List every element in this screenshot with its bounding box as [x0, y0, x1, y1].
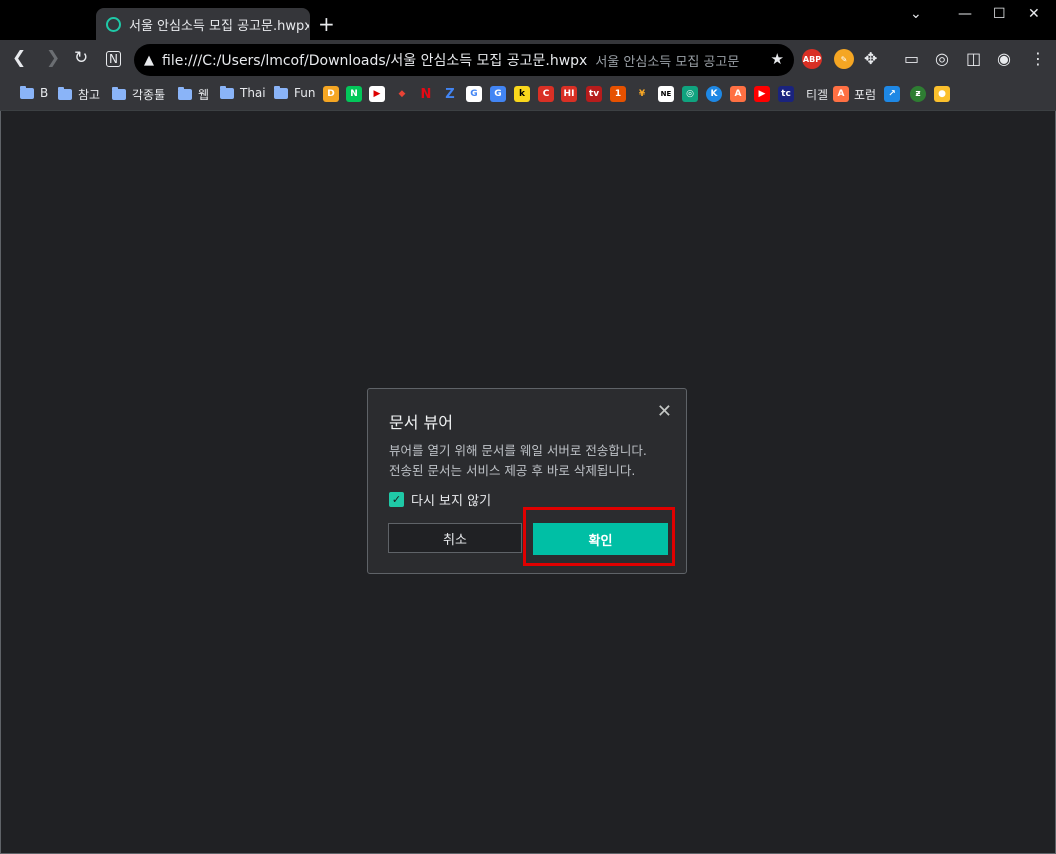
screenshot-icon[interactable]: ◎ [935, 49, 949, 68]
bookmark-favicon[interactable]: N [418, 86, 434, 102]
cancel-button[interactable]: 취소 [388, 523, 522, 553]
warning-icon: ▲ [144, 52, 154, 68]
dialog-message-line2: 전송된 문서는 서비스 제공 후 바로 삭제됩니다. [389, 463, 636, 478]
bookmark-favicon[interactable]: NE [658, 86, 674, 102]
bookmark-label: 각종툴 [132, 88, 166, 102]
loading-ring-icon [106, 16, 121, 32]
tab-title: 서울 안심소득 모집 공고문.hwpx [129, 18, 309, 34]
bookmark-favicon[interactable]: ↗ [884, 86, 900, 102]
bookmark-label: 포럼 [854, 88, 877, 102]
bookmark-favicon[interactable]: tc [778, 86, 794, 102]
bookmark-favicon[interactable]: N [346, 86, 362, 102]
tab-active[interactable]: 서울 안심소득 모집 공고문.hwpx [96, 8, 310, 40]
bookmark-favicon[interactable]: ƶ [910, 86, 926, 102]
back-icon[interactable]: ❮ [12, 48, 26, 68]
close-window-button[interactable]: ✕ [1028, 6, 1040, 22]
folder-icon [178, 87, 192, 100]
bookmark-favicon[interactable]: k [514, 86, 530, 102]
bookmark-label: 웹 [198, 88, 210, 102]
bookmark-folder-ref[interactable]: 참고 [58, 86, 100, 103]
toolbar: ❮ ❯ ↻ N ▲ file:///C:/Users/lmcof/Downloa… [0, 40, 1056, 80]
checkbox-label: 다시 보지 않기 [411, 494, 492, 509]
bookmark-favicon[interactable]: A [730, 86, 746, 102]
dialog-message-line1: 뷰어를 열기 위해 문서를 웨일 서버로 전송합니다. [389, 443, 647, 458]
bookmark-label: 티겔 [806, 88, 829, 102]
address-bar[interactable]: ▲ file:///C:/Users/lmcof/Downloads/서울 안심… [134, 44, 794, 76]
bookmark-tigel[interactable]: 티겔 [806, 86, 828, 103]
bookmark-forum[interactable]: 포럼 [854, 86, 876, 103]
bookmark-folder-web[interactable]: 웹 [178, 86, 209, 103]
camera-icon[interactable]: ▭ [904, 49, 919, 68]
bookmark-favicon[interactable]: ▶ [369, 86, 385, 102]
minimize-button[interactable]: — [958, 6, 972, 22]
close-icon[interactable]: ✕ [657, 401, 672, 422]
document-viewer-dialog: 문서 뷰어 ✕ 뷰어를 열기 위해 문서를 웨일 서버로 전송합니다. 전송된 … [367, 388, 687, 574]
bookmark-favicon[interactable]: K [706, 86, 722, 102]
folder-icon [20, 85, 34, 99]
bookmark-star-icon[interactable]: ★ [771, 50, 784, 68]
confirm-button[interactable]: 확인 [533, 523, 668, 555]
adblock-icon[interactable]: ABP [802, 49, 822, 69]
url-text: file:///C:/Users/lmcof/Downloads/서울 안심소득… [162, 53, 588, 69]
bookmark-favicon[interactable]: C [538, 86, 554, 102]
bookmark-folder-b[interactable]: B [20, 85, 49, 100]
folder-icon [220, 85, 234, 99]
bookmark-folder-thai[interactable]: Thai [220, 85, 266, 100]
bookmark-favicon[interactable]: A [833, 86, 849, 102]
url-title-text: 서울 안심소득 모집 공고문 [595, 54, 740, 70]
extension-icon[interactable]: ✎ [834, 49, 854, 69]
dialog-message: 뷰어를 열기 위해 문서를 웨일 서버로 전송합니다. 전송된 문서는 서비스 … [389, 441, 679, 481]
menu-icon[interactable]: ⋮ [1030, 49, 1046, 68]
bookmark-favicon[interactable]: ◆ [394, 86, 410, 102]
bookmark-favicon[interactable]: ● [934, 86, 950, 102]
dont-show-again-checkbox[interactable]: ✓ 다시 보지 않기 [389, 490, 491, 509]
naver-icon[interactable]: N [106, 51, 121, 67]
bookmark-favicon[interactable]: G [466, 86, 482, 102]
bookmark-favicon[interactable]: 1 [610, 86, 626, 102]
bookmark-favicon[interactable]: HI [561, 86, 577, 102]
bookmark-favicon[interactable]: tv [586, 86, 602, 102]
tab-search-icon[interactable]: ⌄ [910, 6, 922, 22]
bookmark-label: Thai [240, 86, 266, 100]
bookmark-folder-tools[interactable]: 각종툴 [112, 86, 165, 103]
bookmark-folder-fun[interactable]: Fun [274, 85, 316, 100]
reload-icon[interactable]: ↻ [74, 48, 88, 68]
folder-icon [274, 85, 288, 99]
bookmark-label: 참고 [78, 88, 101, 102]
bookmark-favicon[interactable]: ◎ [682, 86, 698, 102]
bookmark-favicon[interactable]: G [490, 86, 506, 102]
folder-icon [58, 87, 72, 100]
folder-icon [112, 87, 126, 100]
checkmark-icon: ✓ [389, 492, 404, 507]
profile-icon[interactable]: ◉ [997, 49, 1011, 68]
bookmark-favicon[interactable]: ▶ [754, 86, 770, 102]
bookmark-favicon[interactable]: Z [442, 86, 458, 102]
puzzle-icon[interactable]: ✥ [864, 49, 877, 68]
bookmark-favicon[interactable]: ¥ [634, 86, 650, 102]
bookmark-label: Fun [294, 86, 316, 100]
bookmark-label: B [40, 86, 49, 100]
tab-strip: 서울 안심소득 모집 공고문.hwpx + ⌄ — ☐ ✕ [0, 0, 1056, 40]
forward-icon[interactable]: ❯ [46, 48, 60, 68]
new-tab-button[interactable]: + [318, 12, 335, 36]
dialog-title: 문서 뷰어 [389, 413, 453, 432]
sidebar-icon[interactable]: ◫ [966, 49, 981, 68]
bookmark-favicon[interactable]: D [323, 86, 339, 102]
maximize-button[interactable]: ☐ [993, 6, 1006, 22]
